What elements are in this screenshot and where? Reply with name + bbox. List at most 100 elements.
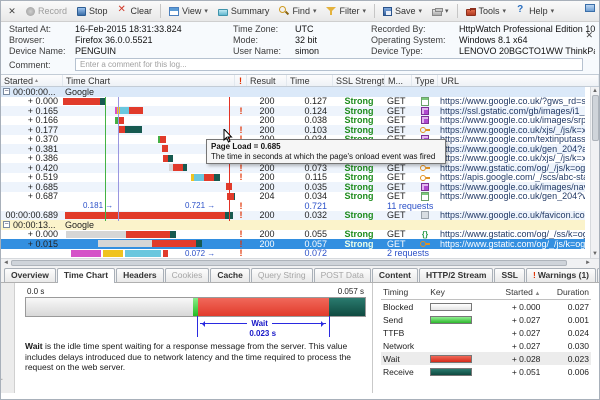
horizontal-scroll-thumb[interactable] — [11, 260, 567, 266]
find-button[interactable]: Find▾ — [274, 4, 321, 18]
request-row[interactable]: 00:00:00.689!2000.032StrongGEThttps://ww… — [1, 211, 585, 221]
timing-header-key[interactable]: Key — [428, 287, 490, 300]
request-time: 0.103 — [287, 125, 333, 135]
timing-header-timing[interactable]: Timing — [381, 287, 428, 300]
close-panel-icon[interactable]: ✕ — [5, 6, 19, 17]
group-row[interactable]: −00:00:13... Google — [1, 220, 585, 230]
chevron-down-icon: ▾ — [419, 7, 423, 15]
timing-name: Wait — [381, 352, 428, 365]
collapse-icon[interactable]: − — [3, 88, 10, 95]
timing-header-started[interactable]: Started ▲ — [490, 287, 542, 300]
group-row[interactable]: −00:00:00...Google — [1, 87, 585, 97]
help-icon — [516, 6, 526, 16]
bar-segment-red — [63, 98, 100, 105]
timing-table-body: Blocked+ 0.0000.027Send+ 0.0270.001TTFB+… — [381, 300, 591, 379]
summary-row[interactable]: 0.072 →!0.0722 requests — [1, 249, 585, 259]
dock-window-icon[interactable] — [585, 4, 595, 12]
request-row[interactable]: + 0.1662000.038StrongGEThttps://www.goog… — [1, 116, 585, 126]
request-row[interactable]: + 0.420!2000.073StrongGEThttps://www.gst… — [1, 163, 585, 173]
column-header-ssl-strength[interactable]: SSL Strength — [333, 75, 385, 86]
clear-button[interactable]: Clear — [113, 4, 158, 18]
request-ssl-strength: Strong — [333, 211, 385, 221]
wait-value: 0.023 s — [249, 329, 276, 338]
request-result: 200 — [247, 116, 287, 126]
group-started-label: 00:00:13... — [13, 220, 56, 230]
summary-button[interactable]: Summary — [213, 4, 275, 18]
tab-overview[interactable]: Overview — [4, 268, 56, 282]
summary-icon — [218, 9, 228, 16]
toolbar-button-label: Filter — [339, 6, 359, 16]
group-page-label: Google — [63, 220, 585, 230]
info-value: HttpWatch Professional Edition 10.0.1 — [459, 24, 595, 34]
collapse-icon[interactable]: − — [3, 221, 10, 228]
tab-cookies[interactable]: Cookies — [165, 268, 210, 282]
vertical-scroll-thumb[interactable] — [592, 95, 599, 141]
column-header-started[interactable]: Started — [1, 75, 63, 86]
tab-warnings-1[interactable]: !Warnings (1) — [526, 268, 596, 282]
tab-label: POST Data — [321, 270, 364, 280]
column-header-time-chart[interactable]: Time Chart — [63, 75, 235, 86]
tab-time-chart[interactable]: Time Chart — [57, 268, 115, 283]
scroll-down-icon[interactable]: ▼ — [591, 250, 599, 258]
filter-button[interactable]: Filter▾ — [321, 4, 371, 18]
tools-button[interactable]: Tools▾ — [461, 4, 512, 18]
view-button[interactable]: View▾ — [164, 4, 213, 18]
horizontal-scrollbar[interactable]: ◄ ► — [1, 258, 599, 267]
tab-content[interactable]: Content — [372, 268, 418, 282]
request-row[interactable]: + 0.165!2000.124StrongGEThttps://ssl.gst… — [1, 106, 585, 116]
timing-started: + 0.027 — [490, 326, 542, 339]
vertical-scrollbar[interactable]: ▲ ▼ — [590, 87, 599, 258]
image-type-icon — [421, 116, 429, 124]
column-header-result[interactable]: Result — [247, 75, 287, 86]
toolbar-button-label: Tools — [479, 6, 500, 16]
request-time: 0.034 — [287, 192, 333, 202]
timing-name: Receive — [381, 365, 428, 378]
tab-ssl[interactable]: SSL — [494, 268, 525, 282]
record-icon — [26, 7, 35, 16]
chevron-down-icon: ▾ — [313, 7, 317, 15]
summary-row[interactable]: 0.181 →0.721 →!0.72111 requests — [1, 201, 585, 211]
close-icon[interactable]: ✕ — [585, 30, 593, 41]
bar-segment-teal — [168, 155, 173, 162]
tab-label: Content — [379, 270, 411, 280]
help-button[interactable]: Help▾ — [511, 4, 559, 18]
request-time-chart — [63, 239, 235, 249]
info-label: Started At: — [9, 24, 75, 34]
timing-header-duration[interactable]: Duration — [542, 287, 591, 300]
request-row[interactable]: + 0.015!2000.057StrongGEThttps://www.gst… — [1, 239, 585, 249]
column-header--[interactable]: ! — [235, 75, 247, 86]
chevron-down-icon: ▾ — [551, 7, 555, 15]
info-label: Device Name: — [9, 46, 75, 56]
scroll-up-icon[interactable]: ▲ — [591, 87, 599, 95]
tab-query-string[interactable]: Query String — [251, 268, 313, 282]
timing-started: + 0.027 — [490, 339, 542, 352]
stop-button[interactable]: Stop — [72, 4, 113, 18]
column-header-m-[interactable]: M... — [385, 75, 412, 86]
save-button[interactable]: Save▾ — [378, 4, 427, 18]
comment-input[interactable] — [75, 58, 583, 71]
timing-row: Send+ 0.0270.001 — [381, 313, 591, 326]
column-header-time[interactable]: Time — [287, 75, 333, 86]
request-row[interactable]: + 0.0002000.127StrongGEThttps://www.goog… — [1, 97, 585, 107]
request-result: 200 — [247, 163, 287, 173]
request-row[interactable]: + 0.6852000.035StrongGEThttps://www.goog… — [1, 182, 585, 192]
tab-headers[interactable]: Headers — [116, 268, 164, 282]
timing-name: Network — [381, 339, 428, 352]
detail-tabs: OverviewTime ChartHeadersCookiesCacheQue… — [1, 266, 599, 283]
request-row[interactable]: + 0.177!2000.103StrongGEThttps://www.goo… — [1, 125, 585, 135]
column-header-url[interactable]: URL — [438, 75, 599, 86]
request-row[interactable]: + 0.6872040.034StrongGEThttps://www.goog… — [1, 192, 585, 202]
info-value: 32 bit — [295, 35, 371, 45]
request-row[interactable]: + 0.519!2000.115StrongGEThttps://apis.go… — [1, 173, 585, 183]
column-header-type[interactable]: Type — [412, 75, 438, 86]
request-url: https://www.google.co.uk/images/nav_logo… — [438, 182, 585, 192]
tab-http-2-stream[interactable]: HTTP/2 Stream — [419, 268, 493, 282]
scroll-right-icon[interactable]: ► — [585, 260, 591, 266]
request-row[interactable]: + 0.000!2000.055StrongGET{}https://www.g… — [1, 230, 585, 240]
time-chart-detail: 0.0 s 0.057 s Wait 0.023 s Wait is the i… — [15, 283, 373, 393]
tab-post-data[interactable]: POST Data — [314, 268, 371, 282]
tab-cache[interactable]: Cache — [210, 268, 250, 282]
scroll-left-icon[interactable]: ◄ — [3, 260, 9, 266]
print-button[interactable]: ▾ — [427, 5, 454, 18]
chevron-down-icon: ▾ — [445, 7, 449, 15]
